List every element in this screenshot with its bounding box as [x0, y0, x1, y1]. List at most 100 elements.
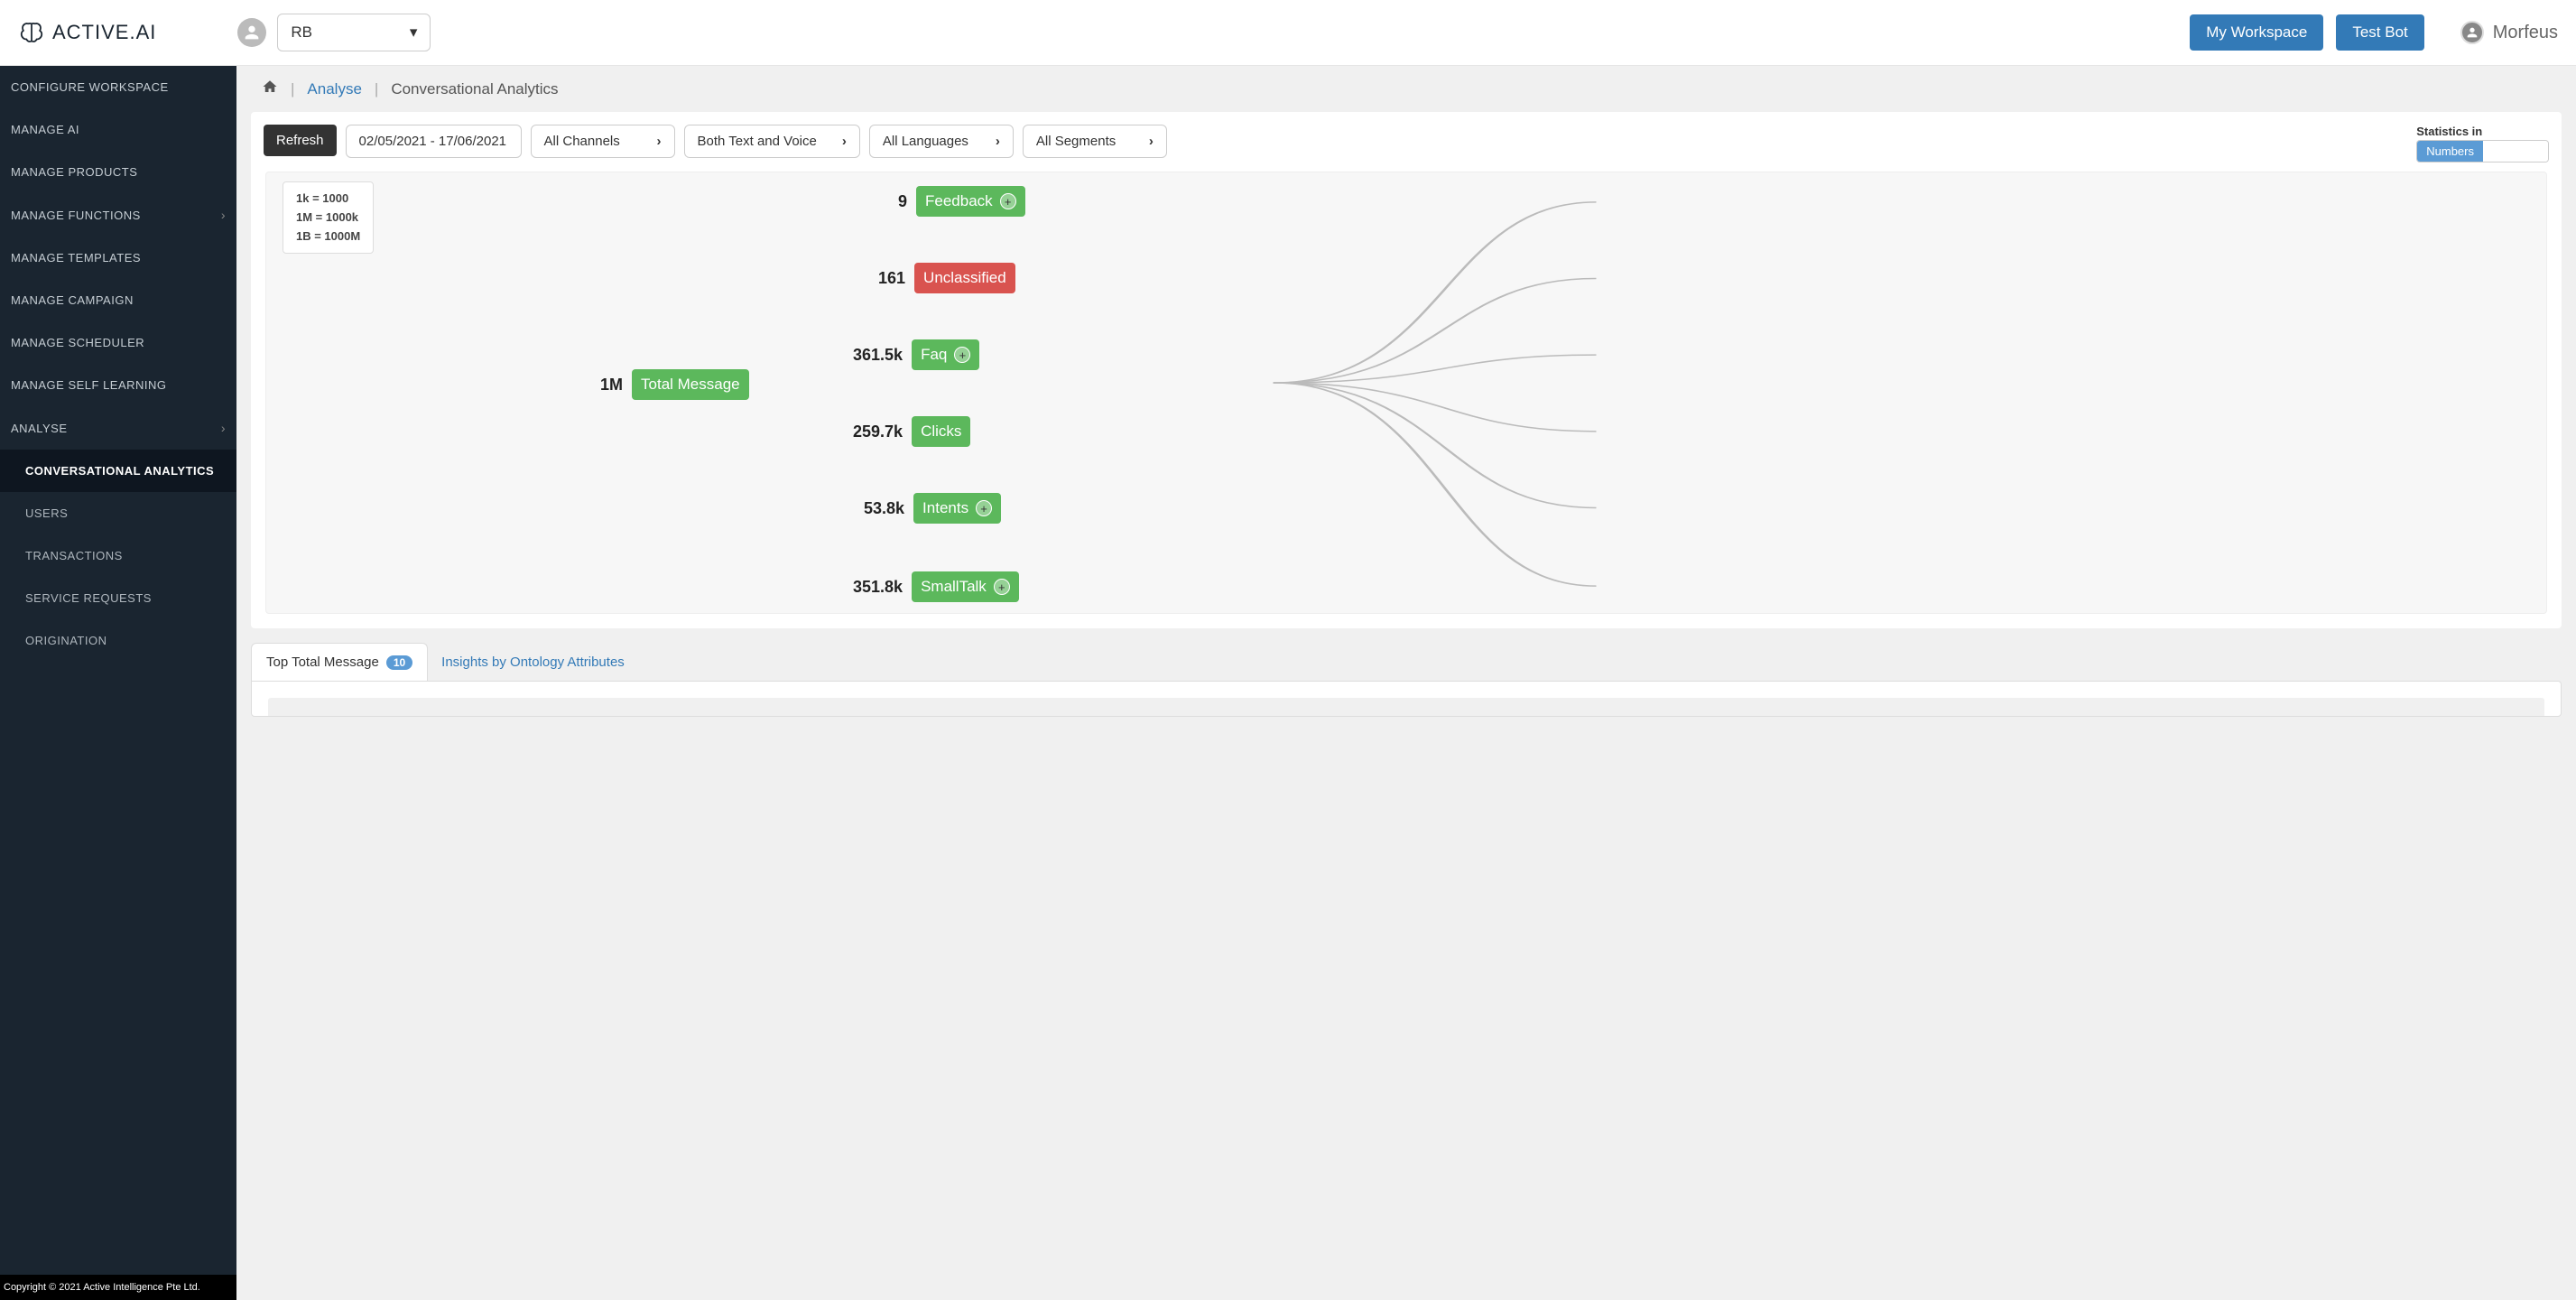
node-label: Total Message — [632, 369, 749, 400]
sidebar-subitem-origination[interactable]: ORIGINATION — [0, 619, 236, 662]
user-name: Morfeus — [2493, 23, 2558, 43]
node-label: Faq — [921, 346, 947, 364]
stats-toggle-numbers[interactable]: Numbers — [2417, 141, 2483, 162]
node-total-message[interactable]: 1M Total Message — [600, 369, 749, 400]
org-selector[interactable]: RB ▾ — [277, 14, 431, 51]
stats-label: Statistics in — [2416, 125, 2549, 138]
tab-badge: 10 — [386, 655, 412, 670]
expand-icon[interactable]: + — [994, 579, 1010, 595]
mode-dropdown[interactable]: Both Text and Voice › — [684, 125, 860, 158]
main-content: | Analyse | Conversational Analytics Ref… — [236, 66, 2576, 1300]
channels-dropdown[interactable]: All Channels › — [531, 125, 675, 158]
tab-insights-ontology[interactable]: Insights by Ontology Attributes — [427, 644, 639, 681]
node-value: 9 — [898, 192, 907, 211]
tab-content-placeholder — [268, 698, 2544, 716]
sidebar-item-manage-scheduler[interactable]: MANAGE SCHEDULER — [0, 321, 236, 364]
node-smalltalk[interactable]: 351.8k SmallTalk + — [853, 571, 1019, 602]
topbar: ACTIVE.AI RB ▾ My Workspace Test Bot Mor… — [0, 0, 2576, 66]
breadcrumb-sep: | — [375, 80, 378, 98]
node-intents[interactable]: 53.8k Intents + — [864, 493, 1001, 524]
node-label: Intents — [922, 499, 968, 517]
node-label: Feedback — [925, 192, 993, 210]
person-icon — [2465, 25, 2479, 40]
node-value: 161 — [878, 269, 905, 288]
dropdown-value: All Languages — [883, 134, 968, 149]
chevron-right-icon: › — [1149, 134, 1154, 149]
brand-logo: ACTIVE.AI — [18, 19, 156, 46]
user-avatar — [2460, 21, 2484, 44]
sidebar-item-configure-workspace[interactable]: CONFIGURE WORKSPACE — [0, 66, 236, 108]
user-menu[interactable]: Morfeus — [2460, 21, 2558, 44]
sidebar-item-manage-campaign[interactable]: MANAGE CAMPAIGN — [0, 279, 236, 321]
sidebar-item-label: MANAGE FUNCTIONS — [11, 209, 141, 222]
breadcrumb-analyse[interactable]: Analyse — [307, 80, 361, 98]
node-clicks[interactable]: 259.7k Clicks — [853, 416, 970, 447]
node-label: Unclassified — [914, 263, 1015, 293]
sidebar-item-manage-functions[interactable]: MANAGE FUNCTIONS › — [0, 193, 236, 237]
refresh-button[interactable]: Refresh — [264, 125, 337, 156]
dropdown-value: All Segments — [1036, 134, 1116, 149]
brand-text: ACTIVE.AI — [52, 21, 156, 44]
stats-toggle-group[interactable]: Numbers — [2416, 140, 2549, 162]
node-label: SmallTalk — [921, 578, 987, 596]
chevron-right-icon: › — [221, 421, 226, 435]
tab-content — [251, 681, 2562, 717]
caret-down-icon: ▾ — [410, 23, 418, 42]
segments-dropdown[interactable]: All Segments › — [1023, 125, 1167, 158]
person-icon — [242, 23, 262, 42]
tab-top-total-message[interactable]: Top Total Message 10 — [251, 643, 428, 681]
daterange-input[interactable]: 02/05/2021 - 17/06/2021 — [346, 125, 522, 158]
brain-icon — [18, 19, 45, 46]
sidebar-item-manage-templates[interactable]: MANAGE TEMPLATES — [0, 237, 236, 279]
chevron-right-icon: › — [996, 134, 1000, 149]
legend-line: 1M = 1000k — [296, 209, 360, 228]
sidebar-subitem-users[interactable]: USERS — [0, 492, 236, 534]
sidebar-item-manage-products[interactable]: MANAGE PRODUCTS — [0, 151, 236, 193]
node-value: 259.7k — [853, 422, 903, 441]
sidebar-item-manage-self-learning[interactable]: MANAGE SELF LEARNING — [0, 364, 236, 406]
tab-label: Insights by Ontology Attributes — [441, 655, 625, 670]
stats-toggle-other[interactable] — [2483, 141, 2548, 162]
languages-dropdown[interactable]: All Languages › — [869, 125, 1014, 158]
chevron-right-icon: › — [657, 134, 662, 149]
home-icon[interactable] — [262, 79, 278, 99]
expand-icon[interactable]: + — [1000, 193, 1016, 209]
sidebar-item-analyse[interactable]: ANALYSE › — [0, 406, 236, 450]
node-faq[interactable]: 361.5k Faq + — [853, 339, 979, 370]
analytics-diagram: 1k = 1000 1M = 1000k 1B = 1000M 1M Total… — [265, 172, 2547, 614]
node-unclassified[interactable]: 161 Unclassified — [878, 263, 1015, 293]
node-feedback[interactable]: 9 Feedback + — [898, 186, 1025, 217]
sidebar-item-manage-ai[interactable]: MANAGE AI — [0, 108, 236, 151]
legend-line: 1B = 1000M — [296, 228, 360, 246]
analytics-panel: Refresh 02/05/2021 - 17/06/2021 All Chan… — [251, 112, 2562, 628]
breadcrumb: | Analyse | Conversational Analytics — [236, 66, 2576, 112]
sidebar: CONFIGURE WORKSPACE MANAGE AI MANAGE PRO… — [0, 66, 236, 1300]
bottom-tabs: Top Total Message 10 Insights by Ontolog… — [251, 643, 2562, 681]
node-label: Clicks — [912, 416, 970, 447]
chevron-right-icon: › — [221, 208, 226, 222]
org-avatar — [237, 18, 266, 47]
dropdown-value: Both Text and Voice — [698, 134, 817, 149]
chevron-right-icon: › — [842, 134, 847, 149]
node-value: 361.5k — [853, 346, 903, 365]
node-value: 1M — [600, 376, 623, 395]
org-selector-value: RB — [291, 23, 312, 42]
sidebar-subitem-conversational-analytics[interactable]: CONVERSATIONAL ANALYTICS — [0, 450, 236, 492]
node-value: 351.8k — [853, 578, 903, 597]
test-bot-button[interactable]: Test Bot — [2336, 14, 2423, 51]
sidebar-subitem-transactions[interactable]: TRANSACTIONS — [0, 534, 236, 577]
expand-icon[interactable]: + — [976, 500, 992, 516]
dropdown-value: All Channels — [544, 134, 620, 149]
sidebar-item-label: ANALYSE — [11, 422, 68, 435]
legend-line: 1k = 1000 — [296, 190, 360, 209]
tab-label: Top Total Message — [266, 655, 379, 670]
filter-row: Refresh 02/05/2021 - 17/06/2021 All Chan… — [264, 125, 2549, 162]
copyright: Copyright © 2021 Active Intelligence Pte… — [0, 1275, 236, 1300]
stats-toggle: Statistics in Numbers — [2416, 125, 2549, 162]
expand-icon[interactable]: + — [954, 347, 970, 363]
sidebar-subitem-service-requests[interactable]: SERVICE REQUESTS — [0, 577, 236, 619]
breadcrumb-current: Conversational Analytics — [391, 80, 558, 98]
breadcrumb-sep: | — [291, 80, 294, 98]
my-workspace-button[interactable]: My Workspace — [2190, 14, 2323, 51]
node-value: 53.8k — [864, 499, 904, 518]
